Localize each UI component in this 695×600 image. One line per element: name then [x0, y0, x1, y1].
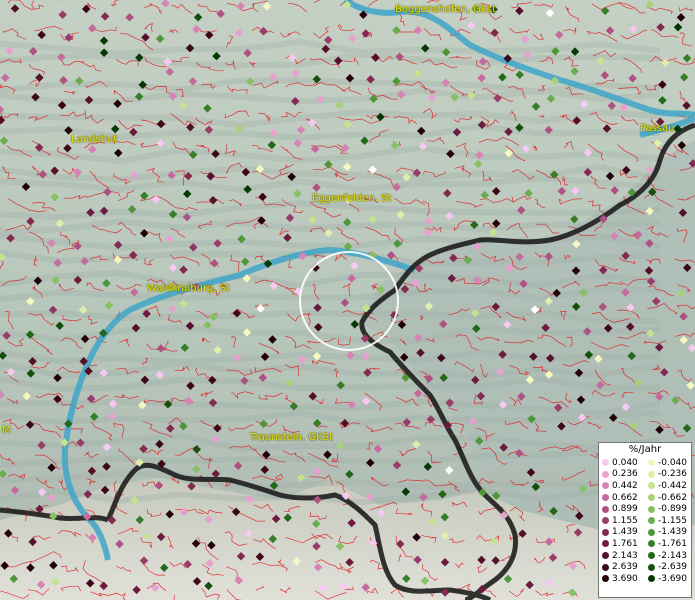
- legend-swatch: [648, 505, 655, 513]
- legend: %/Jahr 0.040 -0.040 0.236 -0.236 0.442 -0.442…: [598, 442, 692, 598]
- city-label-muenchen: M: [2, 425, 11, 436]
- legend-swatch: [648, 575, 655, 583]
- legend-swatch: [648, 563, 655, 571]
- legend-entry-negative: -0.899: [645, 504, 691, 514]
- legend-value: -2.143: [658, 550, 688, 561]
- legend-entry-positive: 2.143: [599, 551, 645, 561]
- legend-value: 2.639: [612, 562, 638, 573]
- legend-value: -0.442: [658, 480, 688, 491]
- legend-value: 1.761: [612, 538, 638, 549]
- legend-value: 0.899: [612, 504, 638, 515]
- map-canvas: [0, 0, 695, 600]
- legend-row: 1.761 -1.761: [599, 538, 691, 550]
- legend-value: 0.040: [612, 457, 638, 468]
- legend-row: 1.155 -1.155: [599, 515, 691, 527]
- legend-swatch: [602, 552, 609, 560]
- legend-value: -0.899: [658, 504, 688, 515]
- legend-swatch: [648, 517, 655, 525]
- legend-row: 0.442 -0.442: [599, 480, 691, 492]
- legend-row: 0.899 -0.899: [599, 503, 691, 515]
- legend-swatch: [602, 517, 609, 525]
- legend-entry-positive: 0.442: [599, 481, 645, 491]
- legend-value: 2.143: [612, 550, 638, 561]
- legend-swatch: [602, 470, 609, 478]
- legend-value: -0.236: [658, 469, 688, 480]
- legend-entry-negative: -0.662: [645, 493, 691, 503]
- map-view[interactable]: Boggenshofen, Gkst Passau Landshut Eggenfel…: [0, 0, 695, 600]
- legend-entry-negative: -1.439: [645, 527, 691, 537]
- city-label-passau: Passau: [640, 123, 675, 134]
- legend-swatch: [602, 505, 609, 513]
- legend-swatch: [648, 494, 655, 502]
- legend-value: -0.040: [658, 457, 688, 468]
- legend-value: 1.439: [612, 527, 638, 538]
- legend-row: 1.439 -1.439: [599, 527, 691, 539]
- legend-entry-positive: 0.236: [599, 469, 645, 479]
- legend-swatch: [602, 482, 609, 490]
- legend-value: 0.236: [612, 469, 638, 480]
- legend-value: -1.155: [658, 515, 688, 526]
- legend-entry-positive: 0.899: [599, 504, 645, 514]
- legend-swatch: [648, 459, 655, 467]
- legend-entry-negative: -0.236: [645, 469, 691, 479]
- legend-swatch: [602, 494, 609, 502]
- legend-title: %/Jahr: [628, 444, 662, 455]
- legend-swatch: [648, 470, 655, 478]
- legend-entry-negative: -2.639: [645, 562, 691, 572]
- legend-row: 2.639 -2.639: [599, 561, 691, 573]
- legend-row: 0.236 -0.236: [599, 469, 691, 481]
- legend-entry-positive: 0.040: [599, 458, 645, 468]
- legend-row: 2.143 -2.143: [599, 550, 691, 562]
- legend-swatch: [602, 528, 609, 536]
- legend-value: 1.155: [612, 515, 638, 526]
- legend-entry-negative: -3.690: [645, 574, 691, 584]
- legend-entry-negative: -2.143: [645, 551, 691, 561]
- legend-row: 3.690 -3.690: [599, 573, 691, 585]
- legend-value: 0.662: [612, 492, 638, 503]
- legend-swatch: [648, 528, 655, 536]
- city-label-landshut: Landshut: [71, 134, 118, 145]
- legend-entry-positive: 1.439: [599, 527, 645, 537]
- legend-value: 3.690: [612, 573, 638, 584]
- legend-swatch: [648, 552, 655, 560]
- legend-entry-positive: 2.639: [599, 562, 645, 572]
- legend-entry-positive: 1.155: [599, 516, 645, 526]
- legend-entry-negative: -1.761: [645, 539, 691, 549]
- legend-entry-positive: 3.690: [599, 574, 645, 584]
- legend-entry-positive: 0.662: [599, 493, 645, 503]
- legend-value: -0.662: [658, 492, 688, 503]
- legend-swatch: [648, 482, 655, 490]
- legend-entry-negative: -1.155: [645, 516, 691, 526]
- legend-swatch: [648, 540, 655, 548]
- legend-value: -1.761: [658, 538, 688, 549]
- city-label-waldkraiburg: Waldkraiburg, St: [147, 283, 230, 294]
- legend-row: 0.040 -0.040: [599, 457, 691, 469]
- legend-swatch: [602, 575, 609, 583]
- legend-row: 0.662 -0.662: [599, 492, 691, 504]
- legend-swatch: [602, 563, 609, 571]
- legend-value: -1.439: [658, 527, 688, 538]
- legend-value: 0.442: [612, 480, 638, 491]
- city-label-boggenshofen: Boggenshofen, Gkst: [395, 4, 496, 15]
- legend-entry-positive: 1.761: [599, 539, 645, 549]
- legend-rows: 0.040 -0.040 0.236 -0.236 0.442 -0.442 0.662 -0…: [599, 457, 691, 585]
- legend-entry-negative: -0.442: [645, 481, 691, 491]
- city-label-traunstein: Traunstein, GKSt: [250, 432, 333, 443]
- legend-value: -2.639: [658, 562, 688, 573]
- legend-swatch: [602, 459, 609, 467]
- legend-value: -3.690: [658, 573, 688, 584]
- legend-swatch: [602, 540, 609, 548]
- legend-entry-negative: -0.040: [645, 458, 691, 468]
- city-label-eggenfelden: Eggenfelden, St: [312, 193, 392, 204]
